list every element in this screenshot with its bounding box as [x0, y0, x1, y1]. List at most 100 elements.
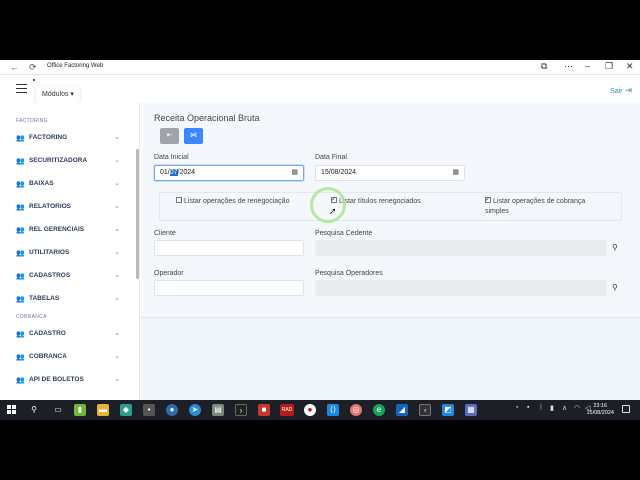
sidebar-item-cobranca[interactable]: 👥 COBRANCA ⌄	[16, 350, 120, 364]
edge-icon[interactable]: e	[373, 404, 385, 416]
sidebar-item-relatorios[interactable]: 👥 RELATORIOS ⌄	[16, 200, 120, 214]
windows-start-icon[interactable]	[7, 405, 17, 415]
terminal-icon[interactable]: ›	[235, 404, 247, 416]
pesquisa-cedente-label: Pesquisa Cedente	[315, 230, 373, 237]
close-icon[interactable]: ✕	[626, 61, 634, 72]
report-form-card: Receita Operacional Bruta ⇤ ⋈ Data Inici…	[141, 103, 640, 318]
bluetooth-icon[interactable]: ᛒ	[539, 404, 543, 411]
search-icon[interactable]: ⚲	[612, 283, 618, 292]
data-final-input[interactable]: 15/08/2024 ▦	[315, 165, 465, 181]
app-dark-icon[interactable]: ▫	[419, 404, 431, 416]
sidebar-item-factoring[interactable]: 👥 FACTORING ⌄	[16, 131, 120, 145]
cliente-label: Cliente	[154, 230, 176, 237]
cliente-input[interactable]	[154, 240, 304, 256]
app-pink-icon[interactable]: ◎	[350, 404, 362, 416]
data-final-value: 15/08/2024	[321, 169, 357, 176]
menu-hamburger-icon[interactable]	[16, 84, 27, 93]
check-renegociacao-label: Listar operações de renegociação	[184, 198, 290, 205]
chevron-down-icon: ⌄	[114, 226, 120, 233]
check-cobranca[interactable]: Listar operações de cobrança simples	[485, 195, 586, 217]
sidebar-item-tabelas[interactable]: 👥 TABELAS ⌄	[16, 292, 120, 306]
back-arrow-icon[interactable]: ←	[10, 62, 19, 72]
file-explorer-icon[interactable]: ▬	[97, 404, 109, 416]
sidebar-item-api-de-boletos[interactable]: 👥 API DE BOLETOS ⌄	[16, 373, 120, 387]
app-menu-icon[interactable]: ⧉	[541, 61, 547, 72]
sidebar-item-label: COBRANCA	[29, 353, 67, 360]
sidebar-item-cadastros[interactable]: 👥 CADASTROS ⌄	[16, 269, 120, 283]
app-purple-icon[interactable]: ▦	[465, 404, 477, 416]
sidebar: FACTORING 👥 FACTORING ⌄ 👥 SECURITIZADORA…	[0, 103, 140, 400]
users-icon: 👥	[16, 204, 25, 211]
date-day: 01/	[160, 169, 170, 176]
logout-label: Sair	[610, 88, 623, 95]
logout-button[interactable]: Sair ⇥	[610, 85, 632, 96]
notification-icon[interactable]	[622, 405, 630, 413]
pesquisa-cedente-input[interactable]	[315, 240, 607, 256]
calendar-icon[interactable]: ▦	[291, 166, 298, 180]
vscode-icon[interactable]: ⟨⟩	[327, 404, 339, 416]
share-button[interactable]: ⋈	[184, 128, 203, 144]
telegram-icon[interactable]: ➤	[189, 404, 201, 416]
check-cobranca-label: Listar operações de cobrança	[493, 198, 586, 205]
volume-icon[interactable]: ▮	[550, 404, 554, 412]
mouse-cursor-icon: ➚	[329, 206, 337, 216]
data-final-label: Data Final	[315, 154, 347, 161]
app-blue-circle-icon[interactable]: ●	[166, 404, 178, 416]
check-renegociacao[interactable]: Listar operações de renegociação	[176, 197, 289, 207]
users-icon: 👥	[16, 135, 25, 142]
back-button[interactable]: ⇤	[160, 128, 179, 144]
tray-app-icon[interactable]: ▪	[516, 404, 518, 411]
search-icon[interactable]: ⚲	[28, 404, 40, 416]
users-icon: 👥	[16, 227, 25, 234]
chevron-down-icon: ⌄	[114, 330, 120, 337]
sidebar-item-cadastro[interactable]: 👥 CADASTRO ⌄	[16, 327, 120, 341]
sidebar-item-rel-gerenciais[interactable]: 👥 REL GERENCIAIS ⌄	[16, 223, 120, 237]
app-gray-icon[interactable]: ▪	[143, 404, 155, 416]
task-view-icon[interactable]: ▭	[52, 404, 64, 416]
app-blue-square-icon[interactable]: ◩	[442, 404, 454, 416]
tray-app-icon[interactable]: ▪	[527, 404, 529, 411]
pesquisa-operadores-label: Pesquisa Operadores	[315, 270, 383, 277]
app-red-circle-icon[interactable]: ●	[304, 404, 316, 416]
users-icon: 👥	[16, 377, 25, 384]
clock-time: 23:16	[593, 403, 608, 409]
users-icon: 👥	[16, 273, 25, 280]
chevron-down-icon: ⌄	[114, 157, 120, 164]
sidebar-item-label: BAIXAS	[29, 180, 54, 187]
app-teal-icon[interactable]: ◆	[120, 404, 132, 416]
check-titulos-label: Listar títulos renegociados	[339, 198, 421, 205]
click-highlight-ring	[310, 187, 346, 223]
date-year: /2024	[177, 169, 196, 176]
maximize-icon[interactable]: ❐	[605, 61, 613, 72]
data-inicial-input[interactable]: 01/07/2024 ▦	[154, 165, 304, 181]
app-green-icon[interactable]: ▮	[74, 404, 86, 416]
app-bird-icon[interactable]: ◢	[396, 404, 408, 416]
modulos-dropdown[interactable]: Módulos ▾	[36, 86, 80, 103]
taskbar-clock[interactable]: 23:16 15/08/2024	[586, 403, 614, 417]
screen: ← ⟳ Office Factoring Web ⧉ ⋯ – ❐ ✕ Módul…	[0, 60, 640, 420]
operador-label: Operador	[154, 270, 184, 277]
window-titlebar: ← ⟳ Office Factoring Web ⧉ ⋯ – ❐ ✕	[0, 60, 640, 75]
sidebar-item-securitizadora[interactable]: 👥 SECURITIZADORA ⌄	[16, 154, 120, 168]
back-icon: ⇤	[166, 132, 173, 139]
wifi-icon[interactable]: ◠	[574, 404, 580, 412]
checkbox-cobranca[interactable]	[485, 195, 491, 205]
app-document-icon[interactable]: ▤	[212, 404, 224, 416]
calendar-icon[interactable]: ▦	[452, 166, 459, 180]
users-icon: 👥	[16, 181, 25, 188]
sidebar-item-label: API DE BOLETOS	[29, 376, 84, 383]
date-month-selected: 07	[169, 169, 178, 176]
app-red-icon[interactable]: ■	[258, 404, 270, 416]
search-icon[interactable]: ⚲	[612, 243, 618, 252]
rad-studio-icon[interactable]: RAD	[280, 404, 294, 416]
refresh-icon[interactable]: ⟳	[29, 62, 37, 72]
operador-input[interactable]	[154, 280, 304, 296]
more-icon[interactable]: ⋯	[564, 61, 573, 72]
chevron-up-icon[interactable]: ∧	[562, 404, 567, 412]
pesquisa-operadores-input[interactable]	[315, 280, 607, 296]
sidebar-scrollbar[interactable]	[136, 149, 139, 279]
minimize-icon[interactable]: –	[585, 61, 590, 71]
checkbox-renegociacao[interactable]	[176, 197, 182, 204]
sidebar-item-baixas[interactable]: 👥 BAIXAS ⌄	[16, 177, 120, 191]
sidebar-item-utilitarios[interactable]: 👥 UTILITARIOS ⌄	[16, 246, 120, 260]
